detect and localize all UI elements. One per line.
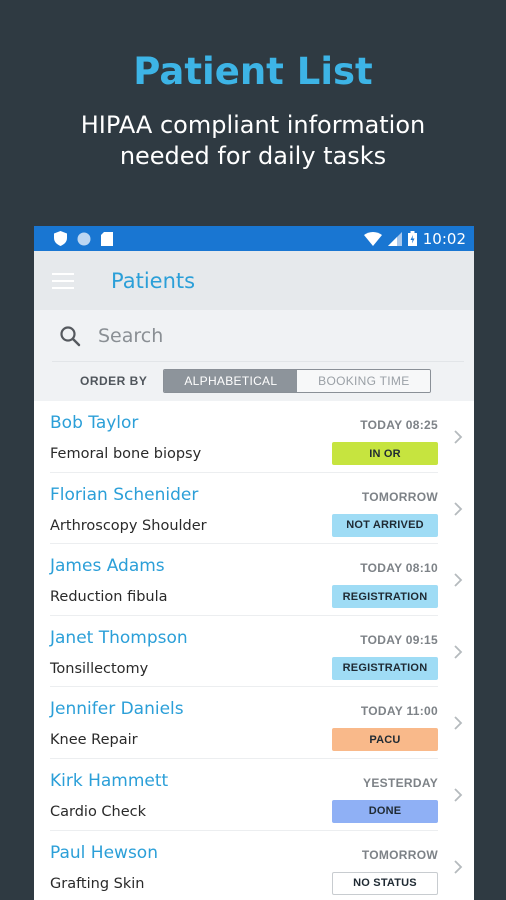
patient-name: Florian Schenider bbox=[50, 484, 199, 505]
patient-time: TODAY 08:25 bbox=[360, 418, 438, 432]
patient-row[interactable]: Jennifer Daniels Knee Repair TODAY 11:00… bbox=[34, 687, 474, 759]
search-placeholder: Search bbox=[98, 324, 164, 347]
order-alphabetical-option[interactable]: ALPHABETICAL bbox=[164, 370, 298, 392]
patient-time: TODAY 09:15 bbox=[360, 632, 438, 647]
status-bar: 10:02 bbox=[34, 226, 474, 251]
patient-procedure: Cardio Check bbox=[50, 803, 147, 820]
patient-row[interactable]: Janet Thompson Tonsillectomy TODAY 09:15… bbox=[34, 616, 474, 688]
app-bar-title: Patients bbox=[111, 268, 196, 293]
chevron-right-icon bbox=[454, 645, 463, 659]
order-by-row: ORDER BY ALPHABETICAL BOOKING TIME bbox=[52, 362, 464, 400]
patient-name: Jennifer Daniels bbox=[50, 699, 184, 720]
status-badge: REGISTRATION bbox=[332, 656, 438, 680]
search-icon bbox=[60, 325, 81, 346]
patient-row[interactable]: James Adams Reduction fibula TODAY 08:10… bbox=[34, 544, 474, 616]
patient-procedure: Arthroscopy Shoulder bbox=[50, 517, 207, 534]
phone-screen: 10:02 Patients Search ORDER BY ALPHABETI… bbox=[34, 226, 474, 900]
status-badge: REGISTRATION bbox=[332, 585, 438, 609]
circle-icon bbox=[77, 232, 91, 245]
patient-row[interactable]: Florian Schenider Arthroscopy Shoulder T… bbox=[34, 473, 474, 545]
status-badge: NOT ARRIVED bbox=[332, 513, 438, 537]
status-badge: NO STATUS bbox=[332, 871, 438, 895]
search-panel: Search ORDER BY ALPHABETICAL BOOKING TIM… bbox=[34, 310, 474, 401]
order-booking-time-option[interactable]: BOOKING TIME bbox=[297, 370, 431, 392]
status-badge: PACU bbox=[332, 728, 438, 752]
shield-icon bbox=[54, 231, 67, 246]
patient-procedure: Grafting Skin bbox=[50, 875, 145, 892]
patient-row[interactable]: Bob Taylor Femoral bone biopsy TODAY 08:… bbox=[34, 401, 474, 473]
patient-time: YESTERDAY bbox=[363, 775, 438, 790]
patient-procedure: Knee Repair bbox=[50, 732, 138, 749]
chevron-right-icon bbox=[454, 573, 463, 587]
chevron-right-icon bbox=[454, 859, 463, 874]
status-badge: DONE bbox=[332, 799, 438, 823]
order-by-label: ORDER BY bbox=[80, 374, 148, 388]
patient-row[interactable]: Kirk Hammett Cardio Check YESTERDAY DONE bbox=[34, 759, 474, 831]
wifi-icon bbox=[363, 231, 382, 246]
patient-procedure: Tonsillectomy bbox=[50, 660, 149, 677]
signal-icon bbox=[387, 231, 402, 246]
chevron-right-icon bbox=[454, 716, 463, 731]
search-input[interactable]: Search bbox=[52, 310, 464, 362]
status-badge: IN OR bbox=[332, 442, 438, 465]
battery-icon bbox=[407, 231, 417, 246]
order-toggle: ALPHABETICAL BOOKING TIME bbox=[163, 369, 432, 393]
menu-icon[interactable] bbox=[52, 272, 74, 289]
chevron-right-icon bbox=[454, 501, 463, 516]
patient-time: TODAY 11:00 bbox=[360, 704, 438, 719]
chevron-right-icon bbox=[454, 788, 463, 802]
sd-card-icon bbox=[101, 231, 113, 246]
patient-name: Kirk Hammett bbox=[50, 770, 169, 791]
app-bar: Patients bbox=[34, 251, 474, 310]
promo-subtitle: HIPAA compliant information needed for d… bbox=[80, 111, 426, 170]
promo-title: Patient List bbox=[133, 50, 373, 93]
patient-name: Bob Taylor bbox=[50, 413, 139, 433]
patient-list: Bob Taylor Femoral bone biopsy TODAY 08:… bbox=[34, 401, 474, 900]
patient-name: Paul Hewson bbox=[50, 842, 158, 863]
chevron-right-icon bbox=[454, 430, 463, 444]
patient-procedure: Reduction fibula bbox=[50, 589, 168, 606]
patient-name: Janet Thompson bbox=[50, 627, 188, 648]
patient-name: James Adams bbox=[50, 556, 165, 577]
patient-row[interactable]: Paul Hewson Grafting Skin TOMORROW NO ST… bbox=[34, 831, 474, 900]
patient-time: TOMORROW bbox=[361, 489, 438, 504]
patient-time: TOMORROW bbox=[361, 847, 438, 862]
patient-time: TODAY 08:10 bbox=[360, 561, 438, 576]
status-time: 10:02 bbox=[422, 229, 466, 248]
patient-procedure: Femoral bone biopsy bbox=[50, 446, 202, 462]
